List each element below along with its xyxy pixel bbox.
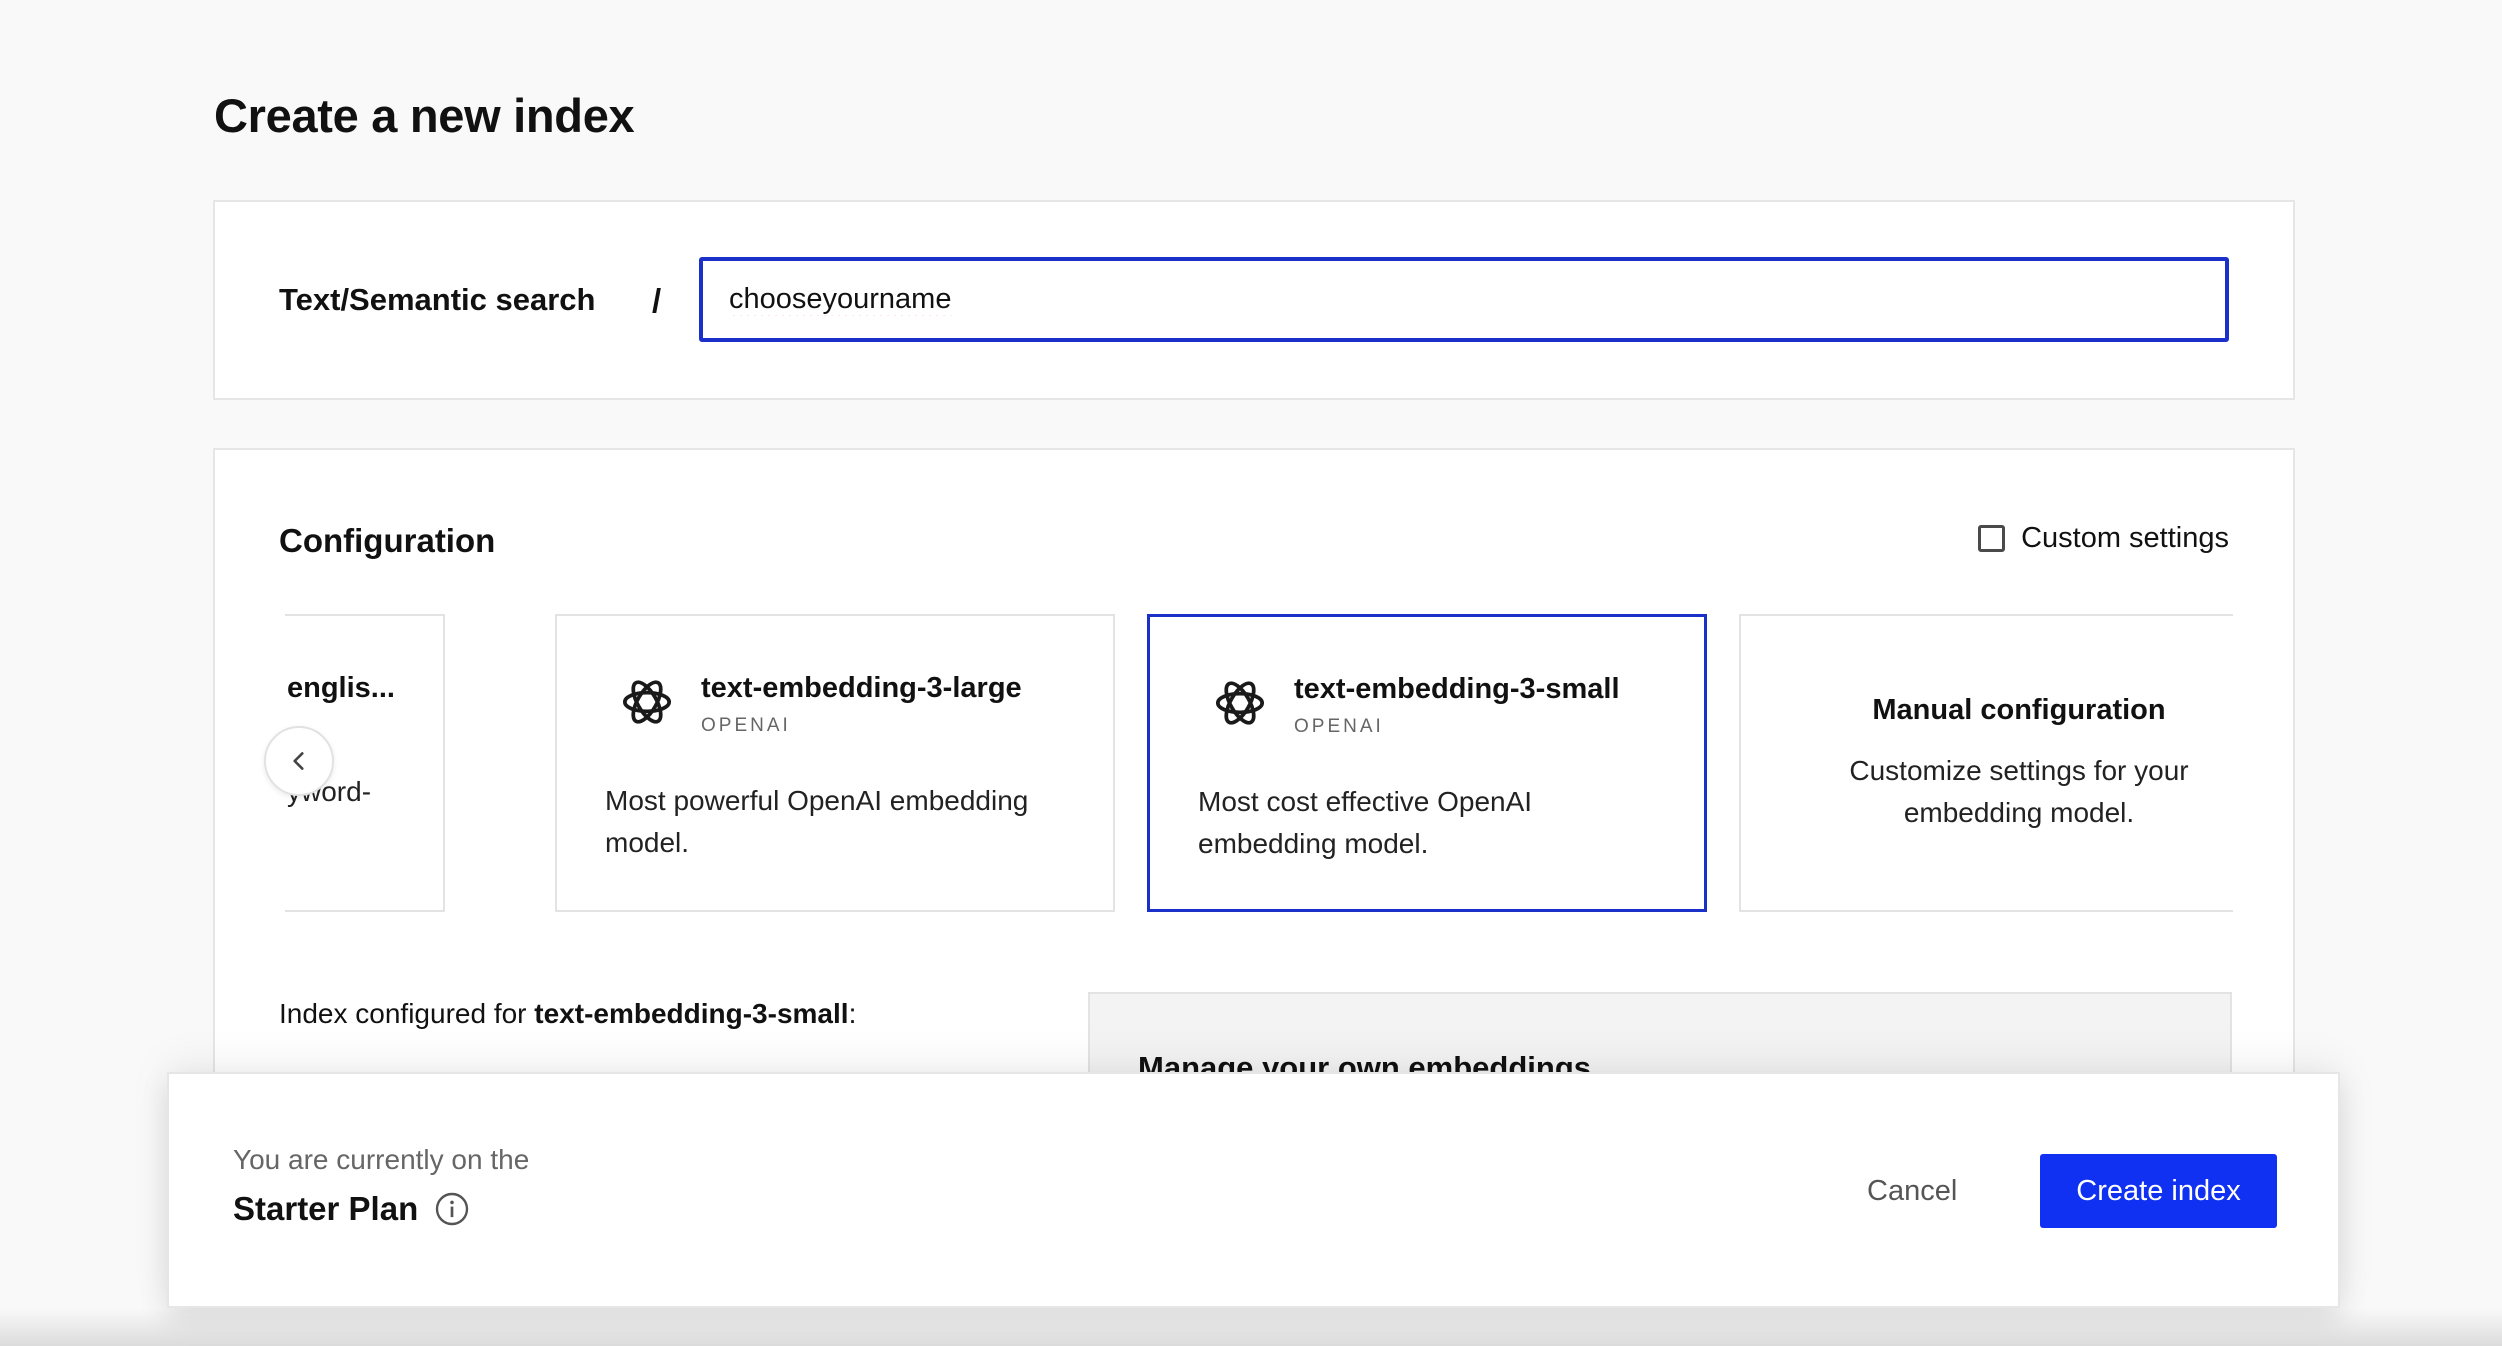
model-card-header: text-embedding-3-small OPENAI (1212, 673, 1620, 738)
model-carousel: englis... yword- text-embedding-3-large … (285, 614, 2233, 912)
index-configured-label: Index configured for text-embedding-3-sm… (279, 998, 856, 1030)
model-card-vendor: OPENAI (701, 715, 791, 736)
model-card-header: text-embedding-3-large OPENAI (619, 672, 1022, 737)
model-card-titles: text-embedding-3-large OPENAI (701, 672, 1022, 737)
model-card-text-embedding-3-small[interactable]: text-embedding-3-small OPENAI Most cost … (1147, 614, 1707, 912)
bottom-shadow (0, 1308, 2502, 1346)
index-configured-model: text-embedding-3-small (534, 998, 849, 1029)
model-card-name: text-embedding-3-small (1294, 673, 1620, 705)
carousel-prev-button[interactable] (264, 726, 334, 796)
model-card-text-embedding-3-large[interactable]: text-embedding-3-large OPENAI Most power… (555, 614, 1115, 912)
plan-name: Starter Plan (233, 1190, 419, 1227)
plan-row: Starter Plan (233, 1190, 470, 1228)
openai-icon (1215, 681, 1265, 725)
model-card-name: englis... (287, 672, 395, 704)
custom-settings-label: Custom settings (2021, 522, 2229, 554)
index-type-label: Text/Semantic search (279, 282, 596, 317)
custom-settings-checkbox[interactable] (1978, 525, 2006, 552)
page-title: Create a new index (214, 89, 635, 142)
create-index-button[interactable]: Create index (2040, 1154, 2277, 1228)
cancel-button[interactable]: Cancel (1849, 1154, 1975, 1228)
configuration-panel: Configuration Custom settings englis... … (213, 448, 2295, 1148)
model-card-description: Most powerful OpenAI embedding model. (605, 785, 1029, 858)
openai-icon (622, 680, 672, 724)
index-name-panel: Text/Semantic search / (213, 200, 2295, 400)
model-card-name: Manual configuration (1872, 694, 2166, 726)
model-card-vendor: OPENAI (1294, 716, 1384, 737)
index-configured-prefix: Index configured for (279, 998, 527, 1029)
footer-action-bar: You are currently on the Starter Plan Ca… (167, 1072, 2340, 1308)
model-card-description: Most cost effective OpenAI embedding mod… (1198, 786, 1533, 859)
configuration-title: Configuration (279, 522, 496, 559)
model-card-name: text-embedding-3-large (701, 672, 1022, 704)
plan-note: You are currently on the (233, 1144, 530, 1175)
index-configured-suffix: : (848, 998, 857, 1029)
chevron-left-icon (293, 752, 304, 770)
index-name-input[interactable] (699, 257, 2229, 342)
model-card-description: Customize settings for your embedding mo… (1849, 755, 2189, 828)
path-separator: / (652, 282, 662, 319)
custom-settings-toggle[interactable]: Custom settings (1978, 522, 2229, 555)
model-card-titles: text-embedding-3-small OPENAI (1294, 673, 1620, 738)
info-icon[interactable] (434, 1191, 470, 1227)
model-card-manual-configuration[interactable]: Manual configuration Customize settings … (1739, 614, 2233, 912)
